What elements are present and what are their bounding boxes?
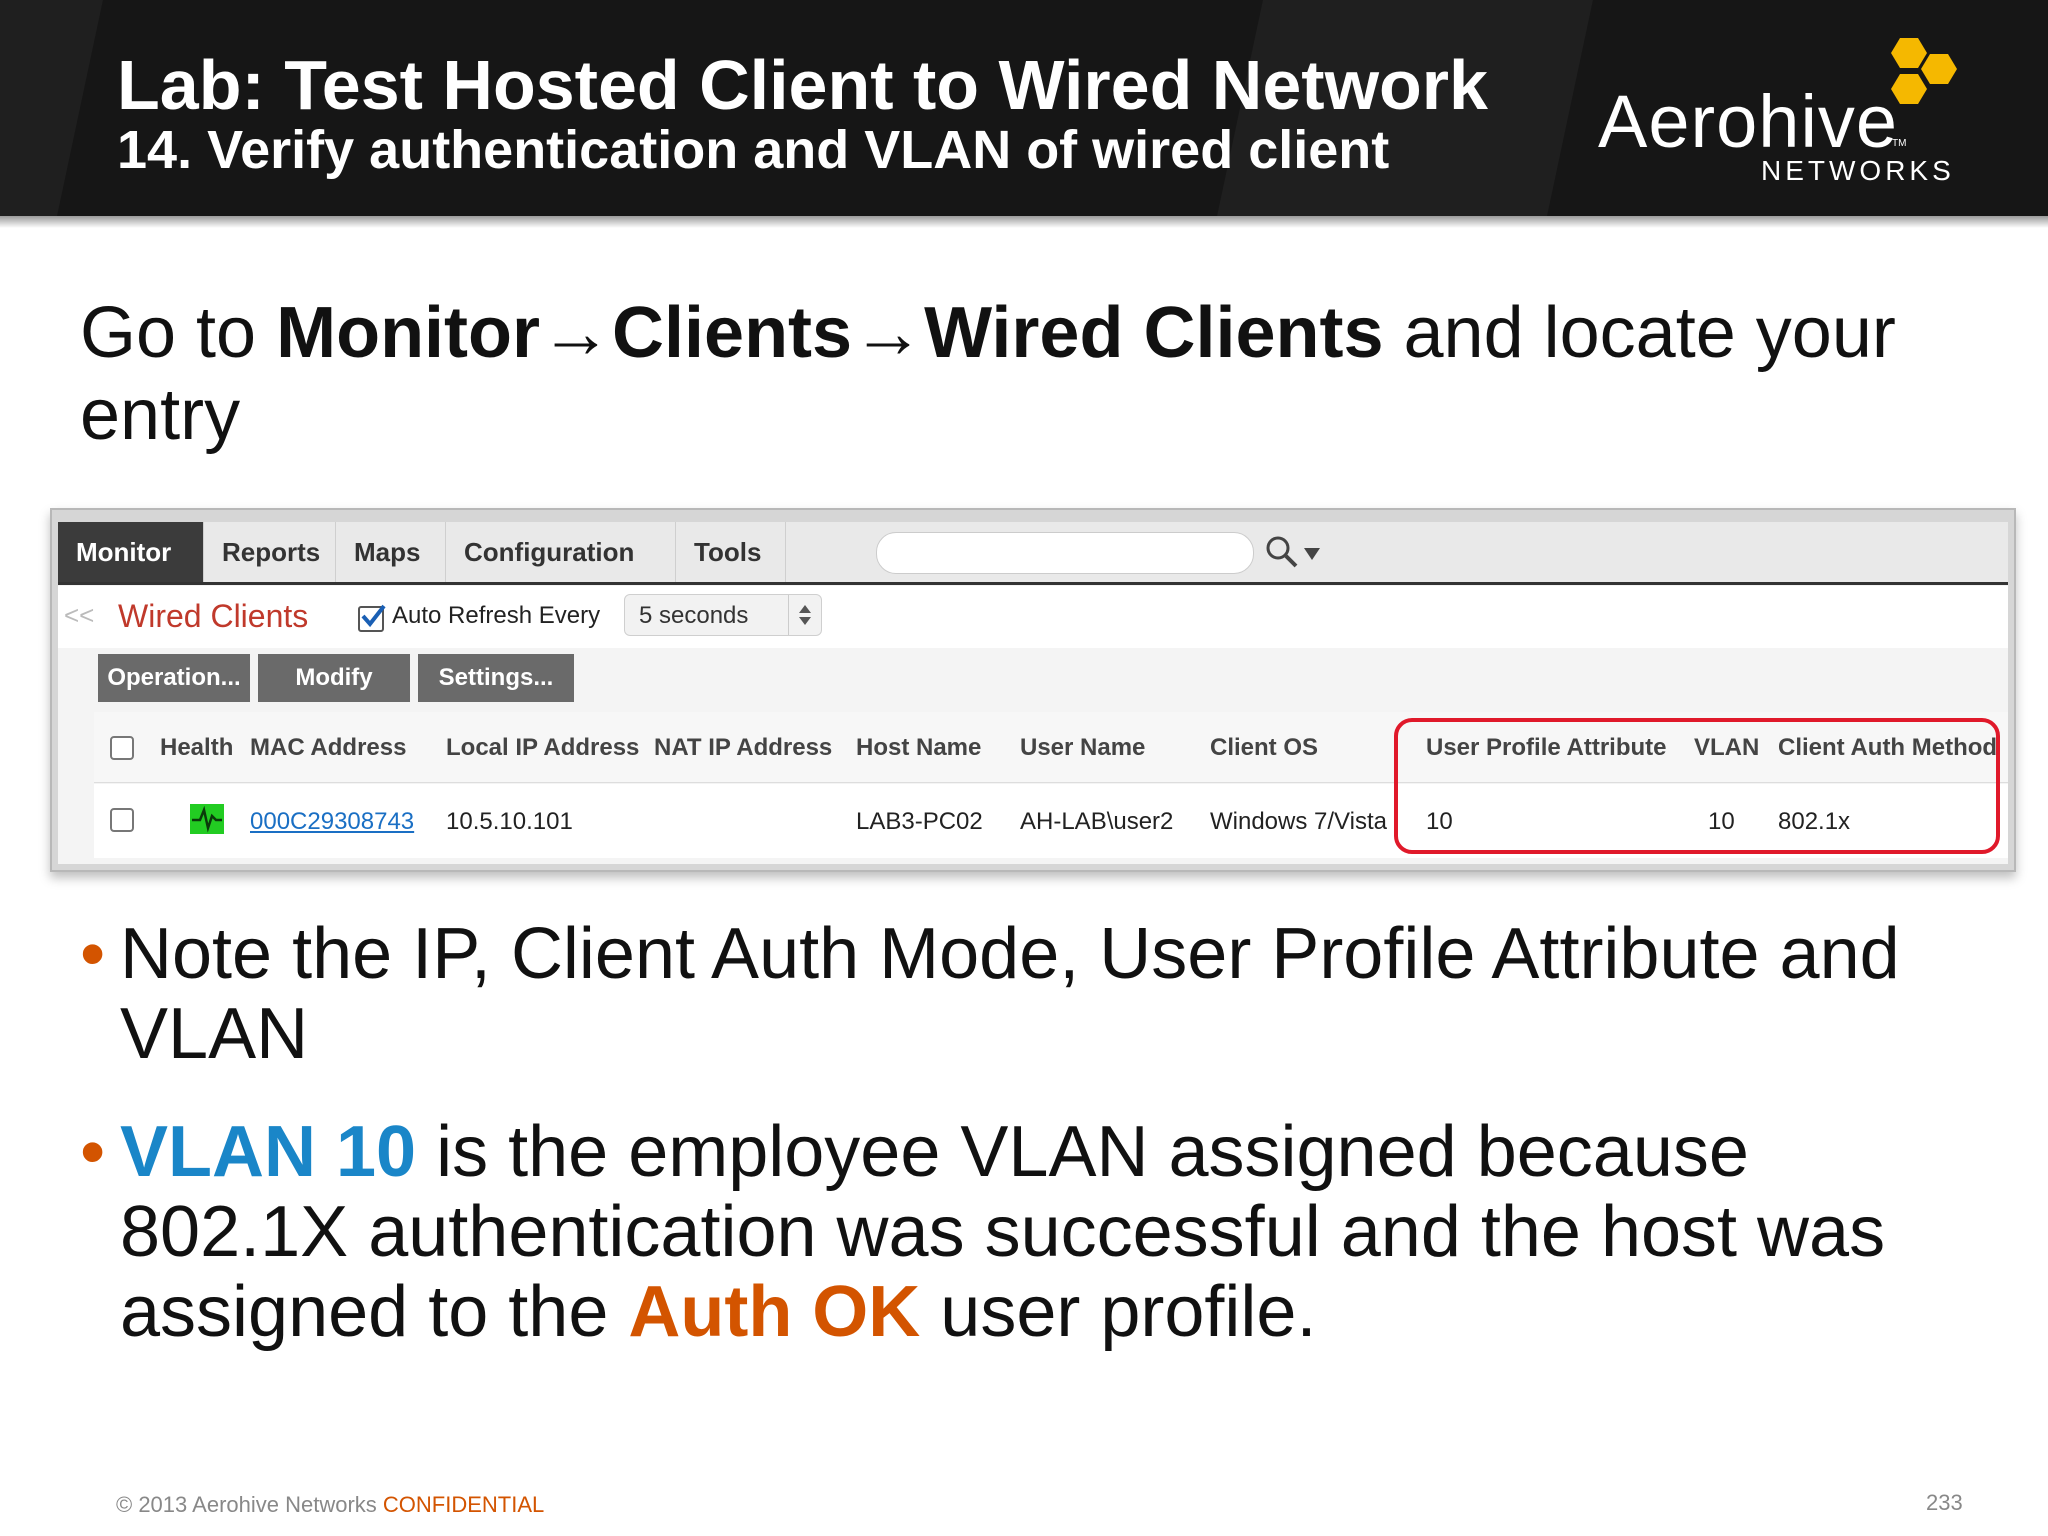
instruction-bold-clients: Clients bbox=[612, 293, 853, 373]
logo-subtitle: NETWORKS bbox=[1761, 155, 1955, 186]
arrow-icon: → bbox=[852, 293, 925, 373]
slide-title: Lab: Test Hosted Client to Wired Network bbox=[117, 46, 1488, 124]
refresh-interval-value: 5 seconds bbox=[639, 602, 749, 629]
footer-copyright: © 2013 Aerohive Networks CONFIDENTIAL bbox=[116, 1492, 544, 1518]
copyright-text: © 2013 Aerohive Networks bbox=[116, 1492, 383, 1517]
column-header-client-os[interactable]: Client OS bbox=[1210, 734, 1318, 762]
checkmark-icon bbox=[361, 604, 386, 628]
column-header-nat-ip[interactable]: NAT IP Address bbox=[654, 734, 832, 762]
instruction-text: Go to Monitor→Clients→Wired Clients and … bbox=[80, 292, 1980, 456]
action-toolbar: Operation... Modify Settings... bbox=[58, 650, 2008, 706]
slide-subtitle: 14. Verify authentication and VLAN of wi… bbox=[117, 120, 1390, 180]
bullet-text: VLAN 10 is the employee VLAN assigned be… bbox=[120, 1112, 1980, 1352]
page-title: Wired Clients bbox=[118, 598, 309, 634]
vlan-highlight: VLAN 10 bbox=[120, 1112, 417, 1192]
host-name-cell: LAB3-PC02 bbox=[856, 808, 983, 835]
bullet-text-part: user profile. bbox=[920, 1272, 1317, 1352]
auth-ok-highlight: Auth OK bbox=[628, 1272, 921, 1352]
user-name-cell: AH-LAB\user2 bbox=[1020, 808, 1174, 835]
chevron-down-icon[interactable] bbox=[1304, 548, 1320, 560]
top-nav: Monitor Reports Maps Configuration Tools bbox=[58, 522, 2008, 585]
column-header-local-ip[interactable]: Local IP Address bbox=[446, 734, 639, 762]
arrow-icon: → bbox=[540, 293, 613, 373]
mac-address-link[interactable]: 000C29308743 bbox=[250, 808, 414, 836]
instruction-bold-monitor: Monitor bbox=[276, 293, 541, 373]
client-os-cell: Windows 7/Vista bbox=[1210, 808, 1387, 835]
instruction-bold-wired-clients: Wired Clients bbox=[924, 293, 1384, 373]
modify-button[interactable]: Modify bbox=[258, 654, 410, 702]
column-header-host-name[interactable]: Host Name bbox=[856, 734, 981, 762]
red-highlight-box bbox=[1394, 718, 2000, 854]
page-number: 233 bbox=[1926, 1490, 1963, 1515]
collapse-sidebar-icon[interactable]: << bbox=[64, 600, 94, 631]
tab-tools[interactable]: Tools bbox=[676, 522, 786, 582]
header-shadow bbox=[0, 216, 2048, 228]
tab-configuration[interactable]: Configuration bbox=[446, 522, 676, 582]
search-input[interactable] bbox=[876, 532, 1254, 574]
row-checkbox[interactable] bbox=[110, 808, 134, 832]
select-arrows-icon bbox=[788, 595, 821, 635]
select-all-checkbox[interactable] bbox=[110, 736, 134, 760]
search-icon[interactable] bbox=[1262, 532, 1302, 572]
health-icon bbox=[190, 804, 224, 834]
auto-refresh-label: Auto Refresh Every bbox=[392, 602, 601, 629]
column-header-health[interactable]: Health bbox=[160, 734, 233, 762]
page-header: << Wired Clients Auto Refresh Every 5 se… bbox=[58, 586, 2008, 648]
tab-monitor[interactable]: Monitor bbox=[58, 522, 204, 582]
bullet-text: Note the IP, Client Auth Mode, User Prof… bbox=[120, 914, 1900, 1074]
confidential-label: CONFIDENTIAL bbox=[382, 1492, 545, 1517]
settings-button[interactable]: Settings... bbox=[418, 654, 574, 702]
column-header-mac[interactable]: MAC Address bbox=[250, 734, 406, 762]
operation-button[interactable]: Operation... bbox=[98, 654, 250, 702]
tab-maps[interactable]: Maps bbox=[336, 522, 446, 582]
slide-header: Lab: Test Hosted Client to Wired Network… bbox=[0, 0, 2048, 216]
pulse-icon bbox=[192, 805, 222, 833]
instruction-part: Go to bbox=[80, 293, 277, 373]
header-decoration bbox=[0, 0, 103, 216]
logo-trademark: TM bbox=[1892, 138, 1907, 149]
local-ip-cell: 10.5.10.101 bbox=[446, 808, 573, 835]
column-header-user-name[interactable]: User Name bbox=[1020, 734, 1145, 762]
tab-reports[interactable]: Reports bbox=[204, 522, 336, 582]
refresh-interval-select[interactable]: 5 seconds bbox=[624, 594, 822, 636]
bullet-icon: • bbox=[80, 1112, 106, 1192]
bullet-icon: • bbox=[80, 914, 106, 994]
auto-refresh-checkbox[interactable] bbox=[358, 604, 386, 632]
logo-wordmark: Aerohive bbox=[1598, 80, 1899, 163]
